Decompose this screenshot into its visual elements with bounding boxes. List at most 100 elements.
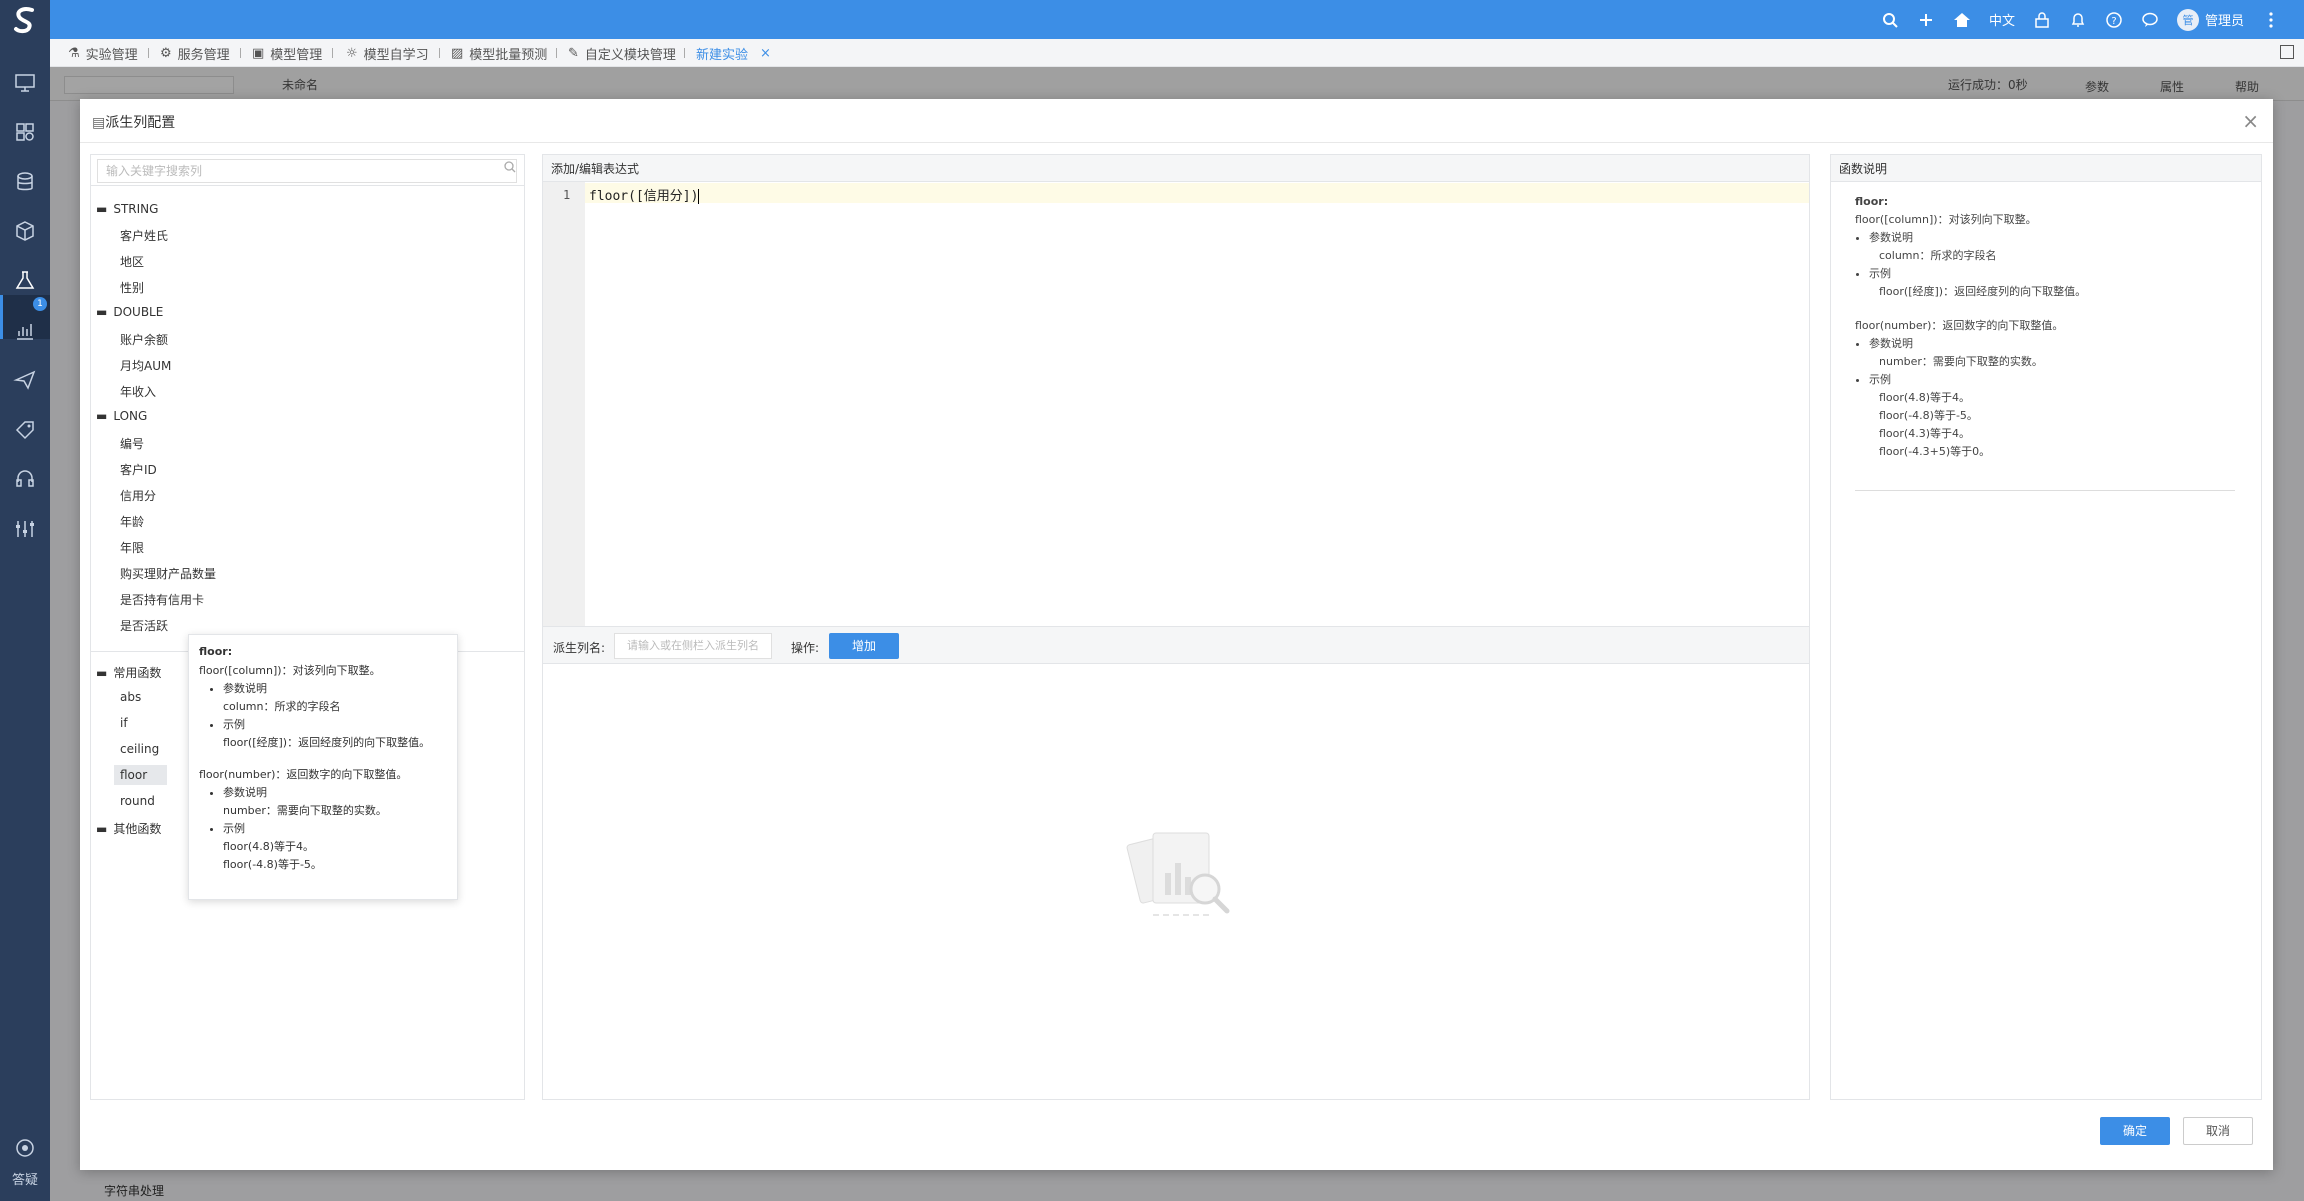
column-item[interactable]: 是否活跃 <box>120 617 168 634</box>
tab-new-experiment[interactable]: 新建实验 × <box>696 44 771 63</box>
model-icon: ▣ <box>252 46 265 61</box>
doc-example: floor(-4.8)等于-5。 <box>1879 409 1978 422</box>
folder-icon: ▬ <box>96 305 108 319</box>
column-item[interactable]: 编号 <box>120 435 144 452</box>
headset-icon[interactable] <box>13 467 37 491</box>
more-vertical-icon[interactable] <box>2262 11 2280 29</box>
tab-batch-prediction[interactable]: ▨ 模型批量预测 <box>451 44 547 63</box>
fullscreen-icon[interactable] <box>2280 45 2294 59</box>
code-editor[interactable]: floor([信用分]) <box>589 185 700 204</box>
home-icon[interactable] <box>1953 11 1971 29</box>
column-item[interactable]: 性别 <box>120 279 144 296</box>
folder-other-functions[interactable]: ▬ 其他函数 <box>96 820 161 837</box>
bell-icon[interactable] <box>2069 11 2087 29</box>
svg-text:?: ? <box>2111 16 2116 27</box>
folder-icon: ▬ <box>96 202 108 216</box>
doc-example: floor([经度])：返回经度列的向下取整值。 <box>1879 285 2087 298</box>
tooltip-params-label: 参数说明 <box>223 680 447 698</box>
tag-icon[interactable] <box>13 418 37 442</box>
alias-input[interactable]: 请输入或在侧栏入派生列名 <box>614 633 772 659</box>
confirm-button[interactable]: 确定 <box>2100 1117 2170 1145</box>
app-logo[interactable] <box>0 0 50 39</box>
tab-label: 实验管理 <box>85 48 138 63</box>
tab-divider <box>332 48 333 58</box>
dialog-title: ▤派生列配置 <box>92 112 175 132</box>
search-icon[interactable] <box>1881 11 1899 29</box>
experiment-icon[interactable] <box>13 269 37 293</box>
tooltip-example: floor(-4.8)等于-5。 <box>223 858 322 871</box>
tooltip-func-name: floor: <box>199 645 233 658</box>
folder-long[interactable]: ▬ LONG <box>96 409 147 423</box>
tools-icon[interactable] <box>13 517 37 541</box>
folder-common-functions[interactable]: ▬ 常用函数 <box>96 664 161 681</box>
doc-param: column：所求的字段名 <box>1879 249 1997 262</box>
flask-icon: ⚗ <box>68 46 80 61</box>
tab-label: 模型管理 <box>270 48 323 63</box>
column-item[interactable]: 月均AUM <box>120 357 171 374</box>
folder-label: LONG <box>113 409 148 423</box>
database-icon[interactable] <box>13 170 37 194</box>
function-tooltip: floor: floor([column])：对该列向下取整。 参数说明 col… <box>188 634 458 900</box>
column-item[interactable]: 客户ID <box>120 461 157 478</box>
language-switch[interactable]: 中文 <box>1989 10 2015 29</box>
top-bar: 中文 ? 管 管理员 <box>0 0 2304 39</box>
doc-example: floor(4.3)等于4。 <box>1879 427 1970 440</box>
dialog-header: ▤派生列配置 × <box>80 99 2273 143</box>
column-item[interactable]: 年收入 <box>120 383 156 400</box>
editor-header: 添加/编辑表达式 <box>543 155 1809 182</box>
message-icon[interactable] <box>2141 11 2159 29</box>
search-icon[interactable] <box>504 161 516 176</box>
support-icon[interactable] <box>13 1136 37 1160</box>
search-input[interactable]: 输入关键字搜索列 <box>97 159 517 183</box>
function-item-selected[interactable]: floor <box>114 765 168 785</box>
tab-service-management[interactable]: ⚙ 服务管理 <box>160 44 230 63</box>
help-icon[interactable]: ? <box>2105 11 2123 29</box>
folder-string[interactable]: ▬ STRING <box>96 202 158 216</box>
tab-model-management[interactable]: ▣ 模型管理 <box>252 44 322 63</box>
folder-icon: ▬ <box>96 665 108 680</box>
tab-custom-module[interactable]: ✎ 自定义模块管理 <box>568 44 676 63</box>
chart-icon[interactable] <box>13 319 37 343</box>
folder-icon: ▬ <box>96 821 108 836</box>
cube-icon[interactable] <box>13 219 37 243</box>
tooltip-example: floor(4.8)等于4。 <box>223 840 314 853</box>
column-item[interactable]: 客户姓氏 <box>120 227 168 244</box>
column-item[interactable]: 信用分 <box>120 487 156 504</box>
tab-label: 自定义模块管理 <box>584 48 676 63</box>
folder-double[interactable]: ▬ DOUBLE <box>96 305 163 319</box>
function-item[interactable]: abs <box>120 690 141 704</box>
column-item[interactable]: 是否持有信用卡 <box>120 591 204 608</box>
column-item[interactable]: 年龄 <box>120 513 144 530</box>
add-button[interactable]: 增加 <box>829 633 899 659</box>
column-item[interactable]: 购买理财产品数量 <box>120 565 216 582</box>
avatar[interactable]: 管 <box>2176 8 2199 31</box>
doc-param: number：需要向下取整的实数。 <box>1879 355 2043 368</box>
function-item[interactable]: if <box>120 716 128 730</box>
dialog-title-text: 派生列配置 <box>105 115 176 131</box>
lock-icon[interactable] <box>2033 11 2051 29</box>
tooltip-example-label: 示例 <box>223 716 447 734</box>
empty-data-icon <box>1113 825 1243 928</box>
tab-divider <box>240 48 241 58</box>
folder-label: 其他函数 <box>113 822 162 836</box>
cancel-button[interactable]: 取消 <box>2183 1117 2253 1145</box>
user-name[interactable]: 管理员 <box>2205 10 2244 29</box>
doc-example-label: 示例 <box>1869 265 2235 283</box>
send-icon[interactable] <box>13 368 37 392</box>
close-tab-icon[interactable]: × <box>760 46 771 61</box>
bulb-icon: ☼ <box>346 46 358 61</box>
monitor-icon[interactable] <box>13 71 37 95</box>
function-item[interactable]: round <box>120 794 155 808</box>
tab-experiment-management[interactable]: ⚗ 实验管理 <box>68 44 138 63</box>
close-icon[interactable]: × <box>2242 109 2259 133</box>
tab-divider <box>556 48 557 58</box>
column-item[interactable]: 账户余额 <box>120 331 168 348</box>
tab-model-self-learning[interactable]: ☼ 模型自学习 <box>346 44 429 63</box>
column-item[interactable]: 年限 <box>120 539 144 556</box>
column-item[interactable]: 地区 <box>120 253 144 270</box>
function-item[interactable]: ceiling <box>120 742 159 756</box>
modules-icon[interactable] <box>13 120 37 144</box>
add-icon[interactable] <box>1917 11 1935 29</box>
sidebar-help-label[interactable]: 答疑 <box>0 1169 50 1188</box>
tab-bar: ⚗ 实验管理 ⚙ 服务管理 ▣ 模型管理 ☼ 模型自学习 ▨ 模型批量预测 ✎ 自定义模块管… <box>50 39 2304 67</box>
